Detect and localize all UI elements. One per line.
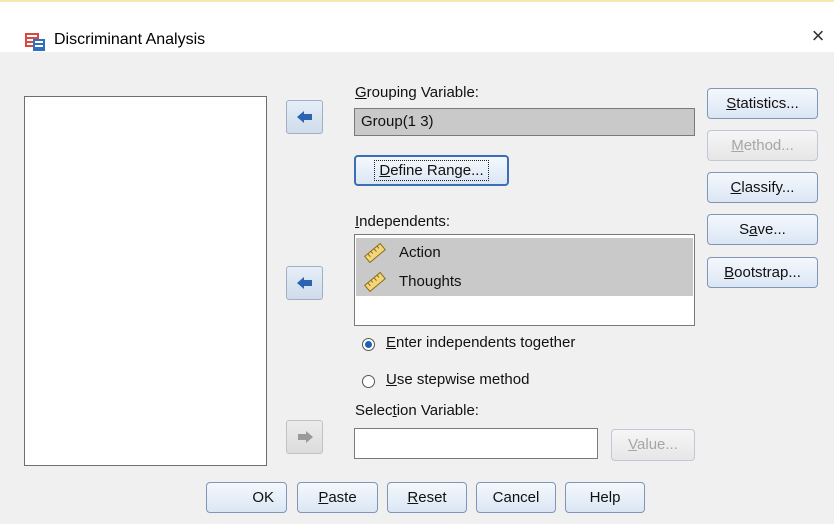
- arrow-right-icon: [297, 431, 313, 443]
- independent-variable-name: Thoughts: [399, 273, 462, 290]
- bootstrap-button[interactable]: Bootstrap...: [707, 257, 818, 288]
- independents-list[interactable]: Action Thoughts: [354, 234, 695, 326]
- list-item[interactable]: Thoughts: [356, 267, 693, 296]
- enter-together-radio[interactable]: [362, 338, 375, 351]
- value-button[interactable]: Value...: [611, 429, 695, 461]
- move-to-grouping-button[interactable]: [286, 100, 323, 134]
- reset-button[interactable]: Reset: [387, 482, 467, 513]
- move-to-selection-button[interactable]: [286, 420, 323, 454]
- source-variable-list[interactable]: [24, 96, 267, 466]
- save-button[interactable]: Save...: [707, 214, 818, 245]
- statistics-button[interactable]: Statistics...: [707, 88, 818, 119]
- list-item[interactable]: Action: [356, 238, 693, 267]
- title-bar[interactable]: Discriminant Analysis ×: [0, 2, 834, 52]
- independents-label: Independents:: [355, 213, 451, 230]
- grouping-variable-field[interactable]: Group(1 3): [354, 108, 695, 136]
- define-range-button[interactable]: Define Range...: [354, 155, 509, 186]
- arrow-left-icon: [296, 277, 312, 289]
- grouping-variable-label: Grouping Variable:: [355, 84, 479, 101]
- classify-button[interactable]: Classify...: [707, 172, 818, 203]
- arrow-left-icon: [296, 111, 312, 123]
- spss-dialog-icon: [25, 33, 45, 51]
- independent-variable-name: Action: [399, 244, 441, 261]
- cancel-button[interactable]: Cancel: [476, 482, 556, 513]
- stepwise-radio[interactable]: [362, 375, 375, 388]
- ruler-scale-icon: [364, 243, 386, 263]
- paste-button[interactable]: Paste: [297, 482, 378, 513]
- ok-button[interactable]: OK: [206, 482, 287, 513]
- selection-variable-field[interactable]: [354, 428, 598, 459]
- stepwise-label[interactable]: Use stepwise method: [386, 371, 529, 388]
- help-button[interactable]: Help: [565, 482, 645, 513]
- selection-variable-label: Selection Variable:: [355, 402, 479, 419]
- enter-together-label[interactable]: Enter independents together: [386, 334, 575, 351]
- close-icon[interactable]: ×: [806, 24, 830, 48]
- method-button[interactable]: Method...: [707, 130, 818, 161]
- window-title: Discriminant Analysis: [54, 31, 206, 48]
- ruler-scale-icon: [364, 272, 386, 292]
- move-to-independents-button[interactable]: [286, 266, 323, 300]
